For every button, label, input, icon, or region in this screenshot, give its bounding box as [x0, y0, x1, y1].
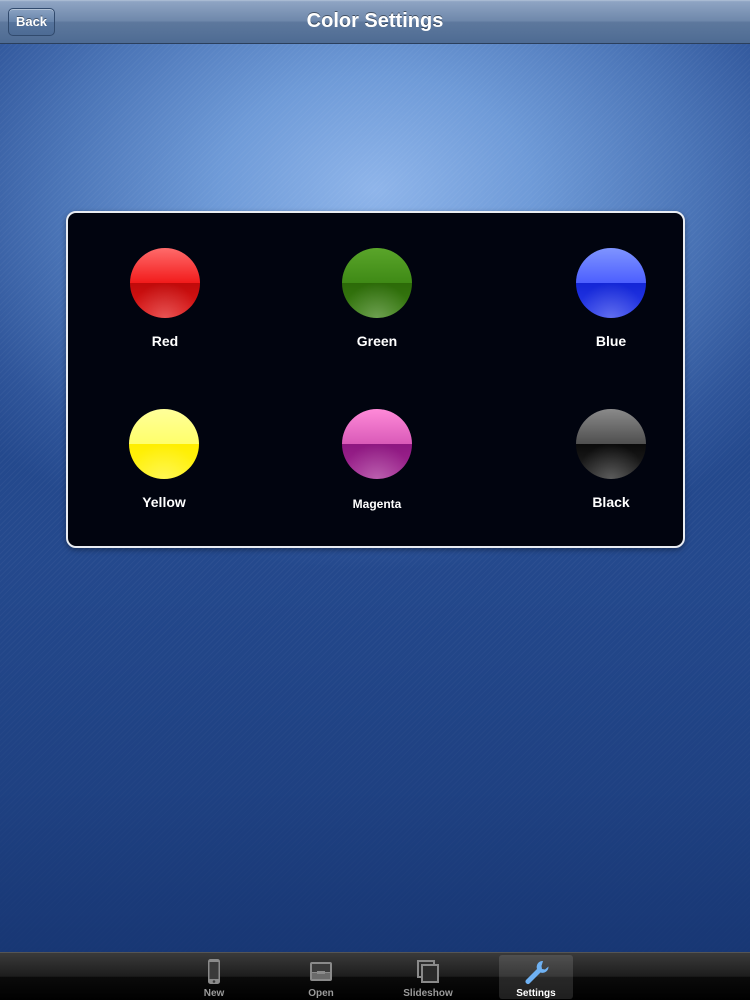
color-option-green[interactable]: Green: [317, 248, 437, 349]
tab-open[interactable]: Open: [284, 955, 358, 999]
stacked-frames-icon: [417, 960, 439, 983]
red-color-ball[interactable]: [130, 248, 200, 318]
color-option-magenta[interactable]: Magenta: [317, 409, 437, 511]
navigation-bar: Color Settings Back: [0, 0, 750, 44]
tab-settings[interactable]: Settings: [499, 955, 573, 999]
phone-icon: [208, 959, 220, 984]
color-label-red: Red: [151, 333, 179, 349]
wrench-icon: [525, 960, 549, 984]
color-label-green: Green: [356, 333, 398, 349]
green-color-ball[interactable]: [342, 248, 412, 318]
blue-color-ball[interactable]: [576, 248, 646, 318]
tab-label-new: New: [203, 988, 225, 999]
tab-label-open: Open: [308, 988, 334, 999]
color-label-magenta: Magenta: [352, 497, 402, 511]
black-color-ball[interactable]: [576, 409, 646, 479]
color-option-yellow[interactable]: Yellow: [104, 409, 224, 510]
tab-bar: New Open Slideshow Settings: [0, 952, 750, 1000]
tab-label-settings: Settings: [516, 988, 556, 999]
color-label-black: Black: [592, 494, 630, 510]
tab-label-slideshow: Slideshow: [403, 988, 453, 999]
background-gradient: [0, 560, 750, 952]
back-button[interactable]: Back: [8, 8, 55, 36]
color-label-yellow: Yellow: [142, 494, 186, 510]
tab-slideshow[interactable]: Slideshow: [391, 955, 465, 999]
magenta-color-ball[interactable]: [342, 409, 412, 479]
color-panel: Red Green Blue Yellow Magenta Black: [66, 211, 685, 548]
yellow-color-ball[interactable]: [129, 409, 199, 479]
color-label-blue: Blue: [595, 333, 627, 349]
color-option-blue[interactable]: Blue: [551, 248, 671, 349]
inbox-tray-icon: [310, 962, 332, 981]
tab-new[interactable]: New: [177, 955, 251, 999]
color-option-black[interactable]: Black: [551, 409, 671, 510]
page-title: Color Settings: [306, 10, 444, 32]
color-option-red[interactable]: Red: [105, 248, 225, 349]
